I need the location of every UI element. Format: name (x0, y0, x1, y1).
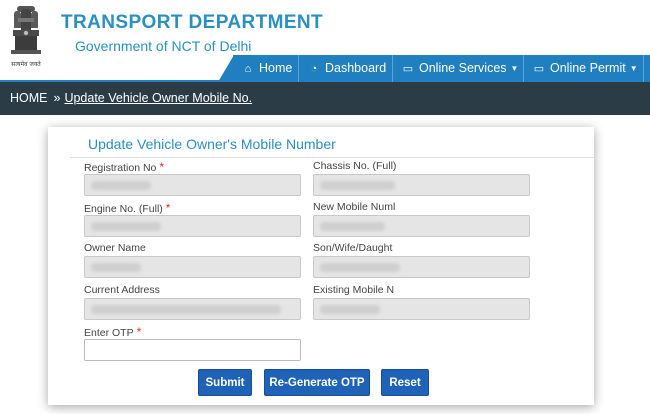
owner-name-label: Owner Name (84, 242, 146, 254)
required-marker: * (165, 201, 171, 215)
nav-item-label: Online Permit (550, 61, 626, 75)
chassis-no-field[interactable] (313, 174, 530, 196)
home-icon: ⌂ (244, 63, 252, 75)
label-text: Engine No. (Full) (84, 203, 163, 215)
breadcrumb-current-link[interactable]: Update Vehicle Owner Mobile No. (64, 91, 252, 105)
caret-down-icon: ▼ (510, 64, 519, 73)
engine-no-field[interactable] (84, 215, 301, 237)
emblem-caption: सत्यमेव जयते (11, 60, 41, 68)
nav-divider (643, 55, 644, 82)
nav-item-home[interactable]: ⌂ Home (233, 55, 293, 82)
current-address-field[interactable] (84, 298, 301, 320)
redacted-value (320, 263, 400, 272)
owner-name-field[interactable] (84, 256, 301, 278)
redacted-value (91, 305, 281, 314)
update-mobile-form-card: Update Vehicle Owner's Mobile Number Reg… (48, 127, 594, 405)
breadcrumb-separator: » (53, 91, 61, 105)
nav-item-label: Online Services (419, 61, 507, 75)
existing-mobile-field[interactable] (313, 298, 530, 320)
regenerate-otp-button[interactable]: Re-Generate OTP (264, 369, 370, 396)
title-divider (70, 157, 594, 158)
relation-name-label: Son/Wife/Daught (313, 242, 393, 254)
chassis-no-label: Chassis No. (Full) (313, 160, 397, 172)
redacted-value (320, 222, 385, 231)
nav-item-label: Home (259, 61, 293, 75)
current-address-label: Current Address (84, 284, 160, 296)
monitor-icon: ▭ (533, 63, 545, 75)
national-emblem-logo: सत्यमेव जयते (11, 6, 41, 68)
redacted-value (320, 181, 395, 190)
otp-input[interactable] (84, 339, 301, 361)
label-text: Enter OTP (84, 327, 134, 339)
nav-item-dashboard[interactable]: ◔ Dashboard (298, 55, 386, 82)
relation-name-field[interactable] (313, 256, 530, 278)
department-title: TRANSPORT DEPARTMENT (61, 12, 324, 33)
existing-mobile-label: Existing Mobile N (313, 284, 395, 296)
registration-no-label: Registration No * (84, 160, 164, 174)
monitor-icon: ▭ (402, 63, 414, 75)
reset-button[interactable]: Reset (381, 369, 429, 396)
new-mobile-label: New Mobile Numl (313, 201, 396, 213)
breadcrumb-bar: HOME » Update Vehicle Owner Mobile No. (0, 82, 650, 115)
caret-down-icon: ▼ (629, 64, 638, 73)
required-marker: * (136, 325, 142, 339)
nav-bar-slant (218, 55, 234, 82)
nav-item-label: Dashboard (325, 61, 387, 75)
new-mobile-field[interactable] (313, 215, 530, 237)
redacted-value (91, 222, 161, 231)
breadcrumb-home-link[interactable]: HOME (10, 91, 48, 105)
breadcrumb: HOME » Update Vehicle Owner Mobile No. (10, 91, 252, 105)
submit-button[interactable]: Submit (198, 369, 252, 396)
redacted-value (91, 181, 151, 190)
nav-item-online-services[interactable]: ▭ Online Services ▼ (392, 55, 518, 82)
dashboard-icon: ◔ (310, 63, 318, 75)
redacted-value (91, 263, 141, 272)
otp-label: Enter OTP * (84, 325, 141, 339)
label-text: Registration No (84, 162, 157, 174)
nav-item-online-permit[interactable]: ▭ Online Permit ▼ (523, 55, 638, 82)
engine-no-label: Engine No. (Full) * (84, 201, 170, 215)
registration-no-field[interactable] (84, 174, 301, 196)
redacted-value (320, 305, 380, 314)
required-marker: * (159, 160, 165, 174)
department-subtitle: Government of NCT of Delhi (75, 38, 252, 54)
form-title: Update Vehicle Owner's Mobile Number (88, 136, 336, 152)
